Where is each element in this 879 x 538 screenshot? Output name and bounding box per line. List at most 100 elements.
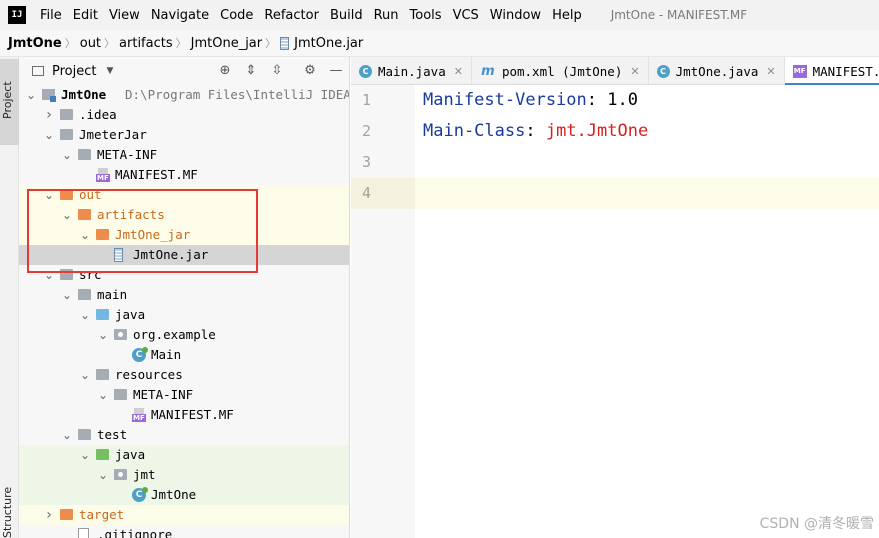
line-number: 2 bbox=[361, 122, 371, 140]
project-tree: ⌄ JmtOne D:\Program Files\IntelliJ IDEA 20… bbox=[19, 85, 350, 538]
tree-row[interactable]: MANIFEST.MF bbox=[19, 165, 349, 185]
tree-row[interactable]: ⌄ src bbox=[19, 265, 349, 285]
tree-row[interactable]: ⌄ META-INF bbox=[19, 385, 349, 405]
folder-icon bbox=[78, 289, 91, 300]
breadcrumb-item-jmtone-jar[interactable]: JmtOne.jar bbox=[294, 36, 363, 51]
tree-item-label: main bbox=[97, 287, 128, 302]
menu-navigate[interactable]: Navigate bbox=[151, 8, 209, 23]
tree-row[interactable]: ⌄ JmeterJar bbox=[19, 125, 349, 145]
module-icon bbox=[42, 89, 56, 102]
tree-row[interactable]: ⌄ test bbox=[19, 425, 349, 445]
chevron-down-icon[interactable]: ⌄ bbox=[97, 385, 109, 405]
folder-icon bbox=[60, 109, 73, 120]
tab-jmtone-java[interactable]: C JmtOne.java ✕ bbox=[649, 57, 785, 85]
tree-row[interactable]: ⌄ main bbox=[19, 285, 349, 305]
chevron-right-icon: 〉 bbox=[104, 37, 116, 50]
chevron-right-icon: 〉 bbox=[64, 37, 76, 50]
breadcrumb-item-out[interactable]: out bbox=[80, 36, 101, 51]
chevron-right-icon: 〉 bbox=[175, 37, 187, 50]
chevron-down-icon[interactable]: ⌄ bbox=[61, 425, 73, 445]
menu-file[interactable]: File bbox=[40, 8, 62, 23]
tree-row[interactable]: C Main bbox=[19, 345, 349, 365]
breadcrumb-item-artifacts[interactable]: artifacts bbox=[119, 36, 173, 51]
tree-item-label: JmeterJar bbox=[79, 127, 147, 142]
tab-main-java[interactable]: C Main.java ✕ bbox=[351, 57, 472, 85]
menu-refactor[interactable]: Refactor bbox=[264, 8, 319, 23]
chevron-down-icon[interactable]: ⌄ bbox=[79, 225, 91, 245]
menu-build[interactable]: Build bbox=[330, 8, 363, 23]
tree-item-label: org.example bbox=[133, 327, 216, 342]
folder-icon bbox=[114, 389, 127, 400]
chevron-right-icon[interactable]: › bbox=[43, 105, 55, 125]
menu-window[interactable]: Window bbox=[490, 8, 541, 23]
tree-row[interactable]: ⌄ jmt bbox=[19, 465, 349, 485]
tab-manifest-mf[interactable]: MF MANIFEST.MF ✕ bbox=[784, 57, 879, 86]
menu-vcs[interactable]: VCS bbox=[453, 8, 479, 23]
chevron-down-icon[interactable]: ▼ bbox=[106, 66, 113, 76]
tree-row[interactable]: .gitignore bbox=[19, 525, 349, 538]
tree-row[interactable]: ⌄ java bbox=[19, 445, 349, 465]
project-view-selector[interactable]: Project bbox=[52, 64, 96, 79]
close-icon[interactable]: ✕ bbox=[454, 65, 463, 78]
expand-all-icon[interactable]: ⇕ bbox=[243, 62, 259, 78]
menu-run[interactable]: Run bbox=[374, 8, 399, 23]
chevron-down-icon[interactable]: ⌄ bbox=[43, 125, 55, 145]
close-icon[interactable]: ✕ bbox=[630, 65, 639, 78]
chevron-down-icon[interactable]: ⌄ bbox=[61, 285, 73, 305]
locate-icon[interactable]: ⊕ bbox=[217, 62, 233, 78]
breadcrumb-item-jmtone-jar-folder[interactable]: JmtOne_jar bbox=[191, 36, 263, 51]
folder-icon bbox=[78, 149, 91, 160]
tree-row[interactable]: MANIFEST.MF bbox=[19, 405, 349, 425]
chevron-down-icon[interactable]: ⌄ bbox=[43, 265, 55, 285]
chevron-down-icon[interactable]: ⌄ bbox=[25, 85, 37, 105]
tree-item-label: JmtOne bbox=[151, 487, 197, 502]
menu-view[interactable]: View bbox=[109, 8, 140, 23]
tree-row[interactable]: ⌄ out bbox=[19, 185, 349, 205]
tree-row[interactable]: ⌄ JmtOne_jar bbox=[19, 225, 349, 245]
collapse-all-icon[interactable]: ⇳ bbox=[269, 62, 285, 78]
menu-code[interactable]: Code bbox=[220, 8, 253, 23]
menu-edit[interactable]: Edit bbox=[73, 8, 98, 23]
tree-row[interactable]: ⌄ artifacts bbox=[19, 205, 349, 225]
chevron-down-icon[interactable]: ⌄ bbox=[61, 145, 73, 165]
tree-row[interactable]: › .idea bbox=[19, 105, 349, 125]
hide-icon[interactable]: — bbox=[328, 62, 344, 78]
manifest-separator: : bbox=[586, 90, 608, 110]
excluded-folder-icon bbox=[60, 509, 73, 520]
project-path-hint: D:\Program Files\IntelliJ IDEA 2023 bbox=[125, 87, 350, 102]
menu-tools[interactable]: Tools bbox=[410, 8, 442, 23]
chevron-down-icon[interactable]: ⌄ bbox=[61, 205, 73, 225]
tree-row[interactable]: C JmtOne bbox=[19, 485, 349, 505]
tree-row[interactable]: ⌄ resources bbox=[19, 365, 349, 385]
tree-row[interactable]: › target bbox=[19, 505, 349, 525]
tree-row[interactable]: ⌄ JmtOne D:\Program Files\IntelliJ IDEA 20… bbox=[19, 85, 350, 105]
chevron-down-icon[interactable]: ⌄ bbox=[79, 365, 91, 385]
tree-row[interactable]: JmtOne.jar bbox=[19, 245, 349, 265]
tree-row[interactable]: ⌄ java bbox=[19, 305, 349, 325]
chevron-right-icon[interactable]: › bbox=[43, 505, 55, 525]
close-icon[interactable]: ✕ bbox=[766, 65, 775, 78]
chevron-down-icon[interactable]: ⌄ bbox=[97, 325, 109, 345]
tree-row[interactable]: ⌄ META-INF bbox=[19, 145, 349, 165]
menu-help[interactable]: Help bbox=[552, 8, 582, 23]
project-tool-window-tab[interactable]: Project bbox=[0, 59, 19, 145]
tree-row[interactable]: ⌄ org.example bbox=[19, 325, 349, 345]
intellij-logo-icon[interactable]: IJ bbox=[8, 6, 26, 24]
breadcrumb-item-jmtone[interactable]: JmtOne bbox=[8, 36, 62, 51]
chevron-down-icon[interactable]: ⌄ bbox=[79, 305, 91, 325]
code-editor[interactable]: 1 2 3 4 Manifest-Version: 1.0 Main-Class… bbox=[351, 85, 879, 538]
gear-icon[interactable]: ⚙ bbox=[302, 62, 318, 78]
project-view-icon bbox=[32, 66, 44, 76]
chevron-down-icon[interactable]: ⌄ bbox=[79, 445, 91, 465]
tree-item-label: JmtOne_jar bbox=[115, 227, 191, 242]
java-class-icon: C bbox=[656, 64, 670, 78]
tree-item-label: META-INF bbox=[97, 147, 158, 162]
chevron-down-icon[interactable]: ⌄ bbox=[43, 185, 55, 205]
chevron-down-icon[interactable]: ⌄ bbox=[97, 465, 109, 485]
tree-item-label: .gitignore bbox=[97, 527, 173, 538]
test-source-folder-icon bbox=[96, 449, 109, 460]
tree-item-label: test bbox=[97, 427, 128, 442]
tab-pom-xml[interactable]: m pom.xml (JmtOne) ✕ bbox=[472, 57, 649, 85]
tree-item-label: src bbox=[79, 267, 102, 282]
line-number: 3 bbox=[361, 153, 371, 171]
